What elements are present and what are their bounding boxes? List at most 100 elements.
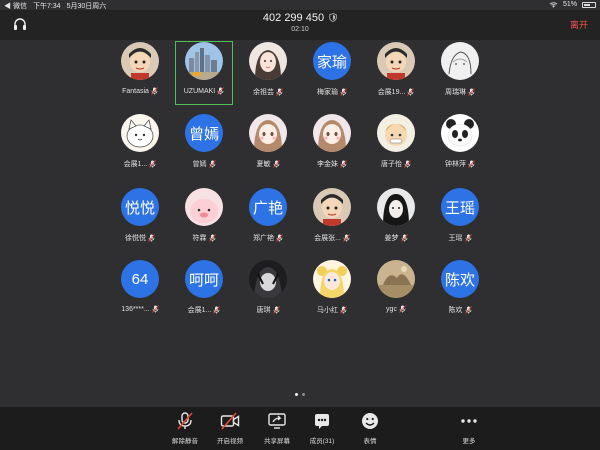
participant-tile[interactable]: 呵呵 会展1... [176, 260, 232, 322]
muted-mic-icon [148, 234, 155, 242]
reactions-button[interactable]: 表情 [345, 411, 395, 445]
participant-tile[interactable]: 悦悦徐悦悦 [112, 188, 168, 250]
dark-anime-avatar [249, 260, 287, 298]
avatar-initials: 曾嫣 [185, 114, 223, 152]
status-bar: ◀ 微信 下午7:34 5月30日周六 51% [0, 0, 600, 10]
participant-name: 夏敏 [256, 161, 271, 168]
participant-name: 徐悦悦 [125, 235, 146, 242]
participant-name: 梅家瑜 [317, 89, 338, 96]
share-screen-icon [252, 411, 302, 431]
cartoon-avatar [377, 114, 415, 152]
participant-tile[interactable]: 王瑶 王瑶 [432, 188, 488, 250]
painting-avatar [377, 260, 415, 298]
participant-tile[interactable]: 曾嫣 曾嫣 [176, 114, 232, 176]
anime-girl-avatar [313, 114, 351, 152]
participant-name: 符霖 [192, 235, 207, 242]
participant-tile[interactable]: Fantasia [112, 42, 168, 104]
participant-name: 会展1... [187, 307, 212, 314]
participant-name-row: 姜梦 [368, 233, 424, 243]
participant-tile[interactable]: 符霖 [176, 188, 232, 250]
participant-tile[interactable]: 会展张... [304, 188, 360, 250]
page-indicator[interactable] [0, 393, 600, 396]
participant-tile[interactable]: 夏敏 [240, 114, 296, 176]
avatar-initials: 陈欢 [441, 260, 479, 298]
video-off-icon [205, 411, 255, 431]
participant-tile[interactable]: ygc [368, 260, 424, 322]
meeting-id-wrap[interactable]: 402 299 450 [0, 12, 600, 24]
participant-name-row: 周瑞琳 [432, 87, 488, 97]
participant-name: 钟林萍 [445, 161, 466, 168]
muted-mic-icon [468, 88, 475, 96]
toolbar-label: 共享屏幕 [264, 438, 290, 445]
sketch-avatar [441, 42, 479, 80]
members-button[interactable]: 成员(31) [297, 411, 347, 445]
participant-tile[interactable]: 周瑞琳 [432, 42, 488, 104]
participant-tile[interactable]: 姜梦 [368, 188, 424, 250]
participant-tile[interactable]: 余祖芸 [240, 42, 296, 104]
unmute-button[interactable]: 解除静音 [160, 411, 210, 445]
muted-mic-icon [208, 234, 216, 242]
participant-tile[interactable]: 钟林萍 [432, 114, 488, 176]
participant-name-row: 陈欢 [432, 305, 488, 315]
participant-name: 马小红 [317, 307, 338, 314]
participant-tile[interactable]: 广艳 郑广艳 [240, 188, 296, 250]
more-icon [444, 411, 494, 431]
battery-percent: 51% [562, 1, 577, 8]
participant-tile[interactable]: 会展1... [112, 114, 168, 176]
toolbar-label: 开启视频 [217, 438, 243, 445]
leave-button[interactable]: 离开 [570, 18, 588, 31]
participant-name: 陈欢 [448, 307, 463, 314]
muted-mic-icon [151, 305, 159, 313]
participant-name-row: 郑广艳 [240, 233, 296, 243]
shield-icon [329, 13, 337, 22]
muted-mic-icon [464, 306, 472, 314]
participant-tile[interactable]: 陈欢 陈欢 [432, 260, 488, 322]
participant-name: 王瑶 [448, 235, 463, 242]
meeting-id[interactable]: 402 299 450 [263, 12, 324, 24]
participant-tile[interactable]: 家瑜 梅家瑜 [304, 42, 360, 104]
participant-tile[interactable]: UZUMAKI [175, 41, 233, 105]
participant-tile[interactable]: 64 136****... [112, 260, 168, 322]
participant-tile[interactable]: 唐子怡 [368, 114, 424, 176]
toolbar-label: 成员(31) [309, 438, 335, 445]
participant-tile[interactable]: 唐琪 [240, 260, 296, 322]
participant-name: 会展19... [377, 89, 406, 96]
avatar-initials: 悦悦 [121, 188, 159, 226]
page-dot[interactable] [295, 393, 298, 396]
participant-name-row: 马小红 [304, 305, 360, 315]
participant-tile[interactable]: 会展19... [368, 42, 424, 104]
muted-mic-icon [272, 160, 280, 168]
participant-name: 唐琪 [256, 307, 271, 314]
participant-name-row: 梅家瑜 [304, 87, 360, 97]
girl-photo-avatar [249, 42, 287, 80]
participant-name-row: 会展1... [176, 305, 232, 315]
participant-name-row: ygc [368, 305, 424, 313]
dark-girl-avatar [377, 188, 415, 226]
anime-girl-avatar [249, 114, 287, 152]
muted-mic-icon [217, 87, 225, 95]
page-dot[interactable] [302, 393, 305, 396]
meeting-timer: 02:10 [291, 26, 309, 33]
participant-name-row: Fantasia [112, 87, 168, 95]
muted-mic-icon [399, 305, 406, 313]
participant-name: 余祖芸 [253, 89, 274, 96]
participant-name: 唐子怡 [381, 161, 402, 168]
participant-name-row: 王瑶 [432, 233, 488, 243]
participant-name: Fantasia [122, 87, 149, 95]
share-screen-button[interactable]: 共享屏幕 [252, 411, 302, 445]
participant-name-row: 曾嫣 [176, 159, 232, 169]
avatar-initials: 王瑶 [441, 188, 479, 226]
more-button[interactable]: 更多 [444, 411, 494, 445]
participant-tile[interactable]: 马小红 [304, 260, 360, 322]
pink-cartoon-avatar [185, 188, 223, 226]
cartoon-boy-avatar [377, 42, 415, 80]
participant-name-row: 夏敏 [240, 159, 296, 169]
participant-name-row: 唐琪 [240, 305, 296, 315]
start-video-button[interactable]: 开启视频 [205, 411, 255, 445]
muted-mic-icon [464, 234, 472, 242]
meeting-toolbar: 解除静音 开启视频 共享屏幕 成员(31) 表情 更多 [0, 407, 600, 450]
participant-name: 李金妹 [317, 161, 338, 168]
participant-tile[interactable]: 李金妹 [304, 114, 360, 176]
participant-name-row: UZUMAKI [176, 87, 232, 95]
participant-name: 郑广艳 [253, 235, 274, 242]
